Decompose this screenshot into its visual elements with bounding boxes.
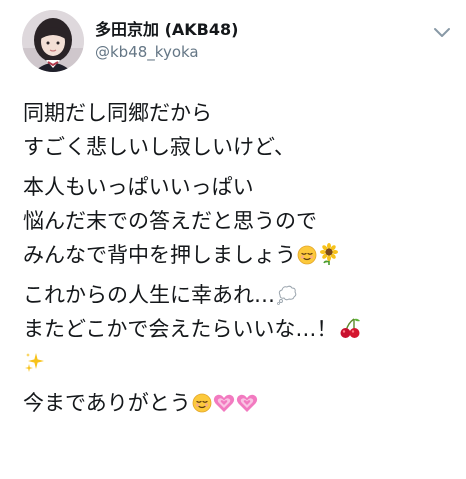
tweet-header: 多田京加 (AKB48) @kb48_kyoka [22,10,452,74]
user-names: 多田京加 (AKB48) @kb48_kyoka [95,20,238,62]
relieved-face-emoji [297,245,317,265]
growing-heart-emoji [236,393,258,413]
cherries-emoji [338,317,362,339]
avatar[interactable] [22,10,84,72]
display-name[interactable]: 多田京加 (AKB48) [95,20,238,40]
tweet-line: 悩んだ末での答えだと思うので [23,209,317,233]
thought-balloon-emoji [276,285,298,305]
tweet-line-with-emoji: みんなで背中を押しましょう [23,238,448,272]
growing-heart-emoji [213,393,235,413]
tweet-text: 同期だし同郷だから すごく悲しいし寂しいけど、 本人もいっぱいいっぱい 悩んだ末… [23,96,448,426]
tweet-line-text: 今までありがとう [23,391,191,415]
user-handle[interactable]: @kb48_kyoka [95,42,238,62]
tweet-line-with-emoji: またどこかで会えたらいいな…！ [23,312,448,346]
tweet-line: 本人もいっぱいいっぱい [23,175,254,199]
tweet-line-text: みんなで背中を押しましょう [23,243,296,267]
tweet-line-text: これからの人生に幸あれ… [23,283,275,307]
tweet-line-with-emoji: 今までありがとう [23,386,448,420]
sunflower-emoji [318,243,340,265]
tweet-line-text: またどこかで会えたらいいな…！ [23,317,338,341]
tweet-line: 同期だし同郷だから [23,101,212,125]
paragraph: 本人もいっぱいいっぱい 悩んだ末での答えだと思うので みんなで背中を押しましょう [23,170,448,272]
tweet-line-emoji-only [23,346,448,380]
tweet-card: 多田京加 (AKB48) @kb48_kyoka 同期だし同郷だから すごく悲し… [0,0,466,479]
paragraph: これからの人生に幸あれ… またどこかで会えたらいいな…！ [23,278,448,380]
tweet-line-with-emoji: これからの人生に幸あれ… [23,278,448,312]
chevron-down-icon[interactable] [432,24,452,38]
tweet-line: すごく悲しいし寂しいけど、 [23,135,295,159]
sparkles-emoji [24,351,46,373]
paragraph: 同期だし同郷だから すごく悲しいし寂しいけど、 [23,96,448,164]
paragraph: 今までありがとう [23,386,448,420]
relieved-face-emoji [192,393,212,413]
